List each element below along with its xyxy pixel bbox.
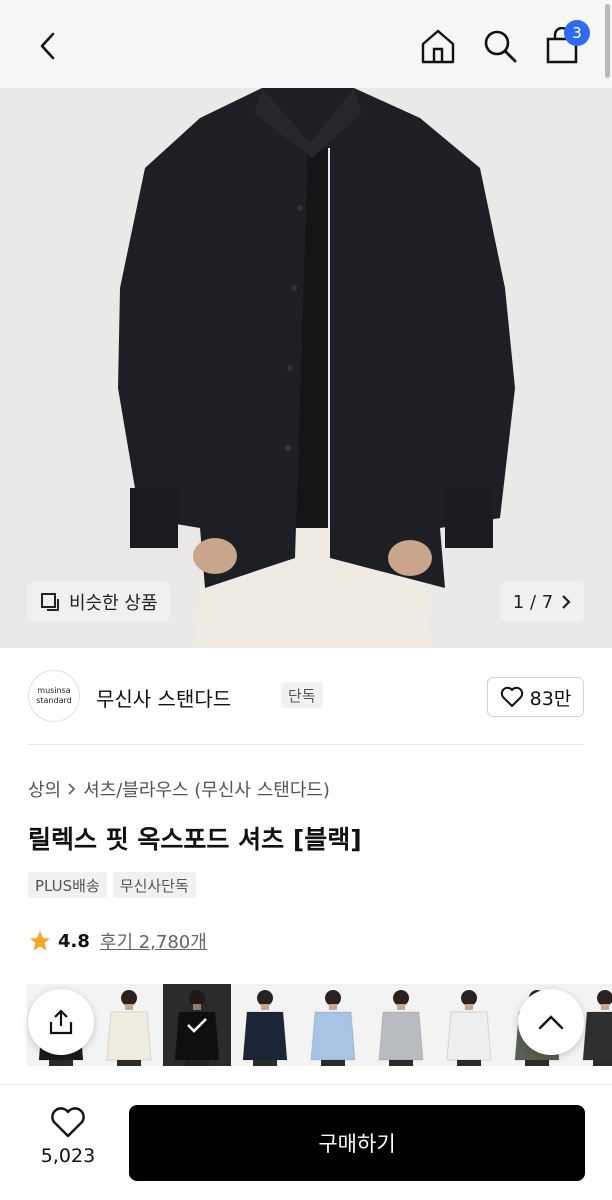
chevron-right-icon <box>562 595 571 609</box>
share-button[interactable] <box>28 989 94 1055</box>
rating-row: 4.8 후기 2,780개 <box>28 928 207 954</box>
color-option-thumbnail[interactable] <box>435 984 503 1066</box>
scroll-to-top-button[interactable] <box>518 989 584 1055</box>
back-icon <box>40 32 55 60</box>
cart-button[interactable]: 3 <box>540 20 590 68</box>
star-icon <box>30 931 50 951</box>
image-pager[interactable]: 1 / 7 <box>500 582 584 622</box>
exclusive-badge: 단독 <box>281 682 323 708</box>
chevron-right-icon <box>68 783 76 795</box>
share-icon <box>49 1009 73 1035</box>
color-option-thumbnail[interactable] <box>299 984 367 1066</box>
review-count-link[interactable]: 후기 2,780개 <box>100 928 207 954</box>
heart-icon <box>500 686 523 707</box>
cart-count-badge: 3 <box>564 20 590 46</box>
breadcrumb-item[interactable]: 상의 <box>28 776 61 802</box>
brand-like-count: 83만 <box>529 687 572 710</box>
scrollbar[interactable] <box>605 4 610 78</box>
rating-score: 4.8 <box>58 930 90 952</box>
model-photo <box>435 984 503 1066</box>
color-option-thumbnail[interactable] <box>231 984 299 1066</box>
wishlist-count: 5,023 <box>40 1145 96 1167</box>
home-button[interactable] <box>416 24 460 68</box>
similar-products-label: 비슷한 상품 <box>69 593 158 614</box>
top-navigation-bar: 3 <box>0 0 612 88</box>
brand-logo-text-line2: standard <box>36 696 72 705</box>
wishlist-button[interactable]: 5,023 <box>30 1107 106 1167</box>
product-photo <box>0 88 612 648</box>
back-button[interactable] <box>26 24 70 68</box>
color-option-thumbnail[interactable] <box>95 984 163 1066</box>
check-icon <box>163 984 231 1066</box>
breadcrumb: 상의 셔츠/블라우스 (무신사 스탠다드) <box>28 776 330 802</box>
similar-products-button[interactable]: 비슷한 상품 <box>27 582 170 622</box>
brand-logo[interactable]: musinsa standard <box>28 670 80 722</box>
model-photo <box>367 984 435 1066</box>
breadcrumb-item[interactable]: 셔츠/블라우스 (무신사 스탠다드) <box>83 776 330 802</box>
brand-name[interactable]: 무신사 스탠다드 <box>96 683 231 712</box>
brand-row: musinsa standard 무신사 스탠다드 단독 83만 <box>28 668 584 726</box>
product-image[interactable] <box>0 88 612 648</box>
color-option-thumbnail[interactable] <box>367 984 435 1066</box>
tag-plus-delivery: PLUS배송 <box>28 872 107 898</box>
heart-icon <box>51 1107 85 1138</box>
bottom-action-bar: 5,023 구매하기 <box>0 1084 612 1200</box>
model-photo <box>95 984 163 1066</box>
chevron-up-icon <box>538 1015 564 1030</box>
model-photo <box>299 984 367 1066</box>
search-button[interactable] <box>478 24 522 68</box>
product-title: 릴렉스 핏 옥스포드 셔츠 [블랙] <box>28 825 362 854</box>
tag-exclusive: 무신사단독 <box>112 872 196 898</box>
product-tags: PLUS배송 무신사단독 <box>28 872 196 898</box>
buy-button[interactable]: 구매하기 <box>129 1105 585 1181</box>
brand-logo-text-line1: musinsa <box>37 686 71 695</box>
search-icon <box>484 30 517 63</box>
model-photo <box>231 984 299 1066</box>
home-icon <box>421 29 455 64</box>
copy-icon <box>41 593 59 611</box>
divider <box>28 744 584 745</box>
brand-like-button[interactable]: 83만 <box>487 677 584 717</box>
color-option-thumbnail[interactable] <box>163 984 231 1066</box>
image-page-indicator: 1 / 7 <box>512 591 554 613</box>
